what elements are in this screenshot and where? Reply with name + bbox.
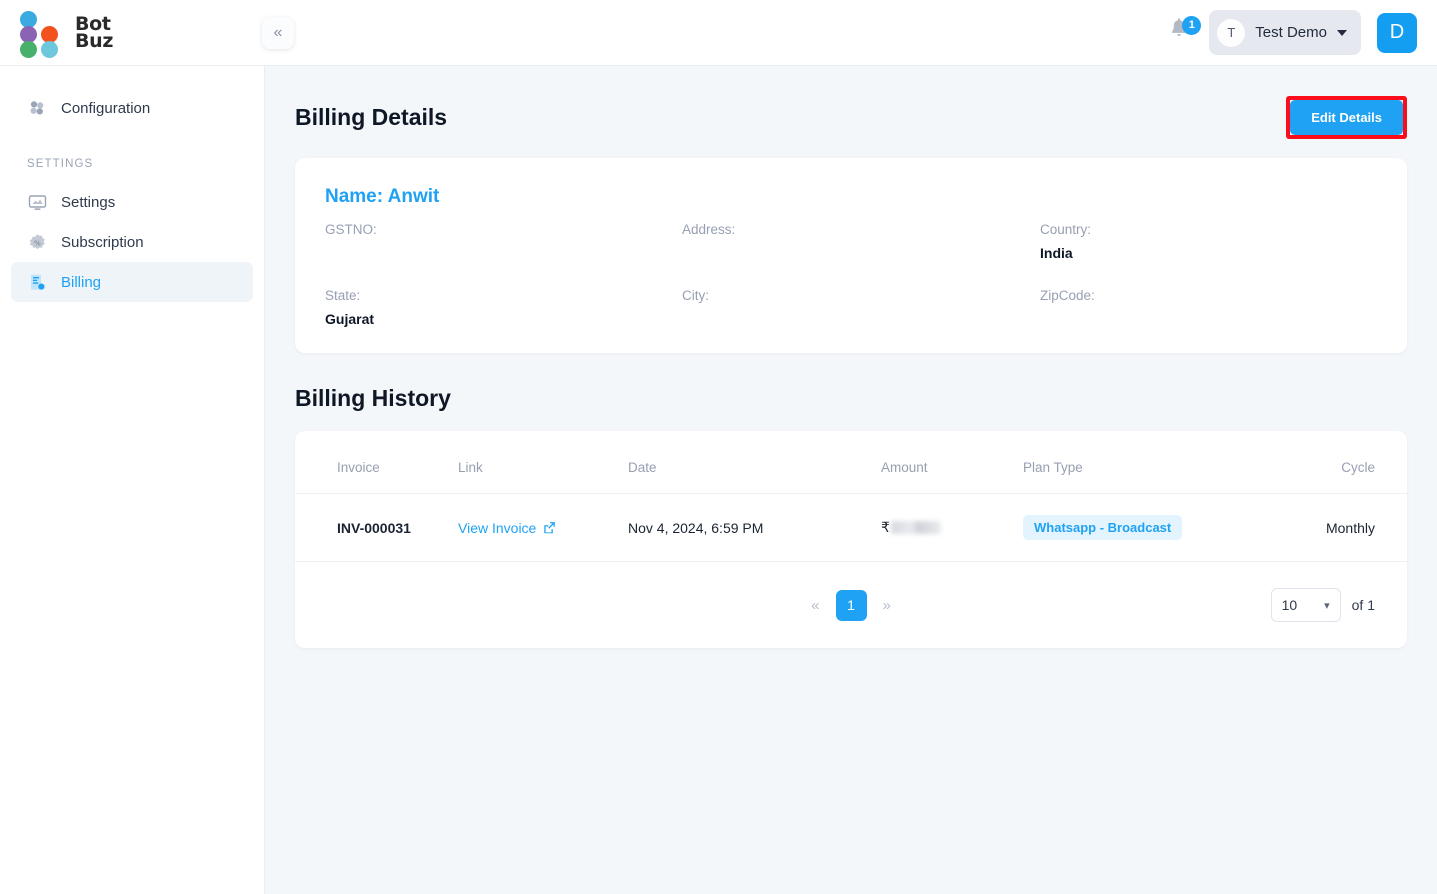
field-label: State: [325, 288, 361, 303]
prev-page-button[interactable]: « [806, 595, 824, 616]
plan-type-badge[interactable]: Whatsapp - Broadcast [1023, 515, 1183, 540]
table-header: Invoice Link Date Amount Plan Type Cycle [295, 431, 1407, 494]
billing-name: Name: Anwit [325, 186, 440, 207]
invoice-icon [27, 272, 47, 292]
top-bar: Bot Buz « 1 T Test Demo D [0, 0, 1437, 66]
chevron-down-icon: ▾ [1324, 599, 1330, 612]
sidebar-item-settings[interactable]: Settings [11, 182, 253, 222]
field-city: City: [682, 288, 1040, 328]
user-avatar[interactable]: D [1377, 12, 1417, 53]
view-invoice-label: View Invoice [458, 519, 537, 536]
field-label: City: [682, 288, 709, 303]
sidebar-item-label: Billing [61, 273, 102, 291]
main-content: Billing Details Edit Details Name: Anwit… [265, 66, 1437, 894]
column-header-amount: Amount [881, 431, 1023, 494]
logo-text-line2: Buz [75, 29, 114, 52]
sidebar-item-subscription[interactable]: % Subscription [11, 222, 253, 262]
table-body: INV-000031 View Invoice Nov 4, 2024, 6:5… [295, 493, 1407, 562]
field-label: Country: [1040, 222, 1092, 237]
billing-history-table: Invoice Link Date Amount Plan Type Cycle… [295, 431, 1407, 562]
account-switcher-dropdown[interactable]: T Test Demo [1209, 10, 1361, 55]
external-link-icon [544, 522, 556, 534]
page-size-value: 10 [1281, 597, 1298, 613]
edit-details-button[interactable]: Edit Details [1290, 100, 1403, 135]
field-state: State: Gujarat [325, 288, 682, 328]
cell-plan-type: Whatsapp - Broadcast [1023, 493, 1221, 562]
field-zipcode: ZipCode: [1040, 288, 1377, 328]
pagination: « 1 » 10 ▾ of 1 [295, 562, 1407, 648]
next-page-button[interactable]: » [878, 595, 896, 616]
field-value [1040, 311, 1377, 328]
top-bar-actions: 1 T Test Demo D [1167, 10, 1437, 55]
svg-text:%: % [34, 239, 41, 247]
field-label: Address: [682, 222, 736, 237]
cell-date: Nov 4, 2024, 6:59 PM [628, 493, 881, 562]
cell-link: View Invoice [458, 493, 628, 562]
cell-cycle: Monthly [1221, 493, 1407, 562]
field-value [325, 245, 682, 262]
cell-amount: ₹ [881, 493, 1023, 562]
column-header-invoice: Invoice [295, 431, 458, 494]
account-name: Test Demo [1255, 24, 1327, 41]
page-header: Billing Details Edit Details [295, 96, 1407, 139]
rupee-symbol: ₹ [881, 519, 890, 535]
table-row: INV-000031 View Invoice Nov 4, 2024, 6:5… [295, 493, 1407, 562]
chevron-double-left-icon: « [273, 23, 283, 41]
field-value: India [1040, 245, 1073, 261]
puzzle-icon [27, 98, 47, 118]
pagination-pages: « 1 » [806, 589, 896, 621]
sidebar-item-configuration[interactable]: Configuration [11, 88, 253, 128]
billing-history-title: Billing History [295, 385, 451, 411]
billing-details-card: Name: Anwit GSTNO: Address: Country: Ind… [295, 158, 1407, 353]
page-size-select[interactable]: 10 ▾ [1270, 588, 1341, 622]
edit-details-highlight: Edit Details [1286, 96, 1407, 139]
percent-badge-icon: % [27, 232, 47, 252]
table-header-row: Invoice Link Date Amount Plan Type Cycle [295, 431, 1407, 494]
field-value [682, 245, 1040, 262]
page-number-1[interactable]: 1 [835, 589, 867, 621]
page-title: Billing Details [295, 104, 448, 130]
field-value [682, 311, 1040, 328]
field-country: Country: India [1040, 222, 1377, 262]
logo-dots-icon [20, 10, 68, 58]
account-avatar: T [1217, 18, 1246, 47]
field-label: GSTNO: [325, 222, 377, 237]
column-header-date: Date [628, 431, 881, 494]
logo-wordmark: Bot Buz [75, 14, 114, 52]
sidebar-collapse-button[interactable]: « [262, 16, 294, 49]
field-address: Address: [682, 222, 1040, 262]
amount-value: ₹ [881, 519, 941, 536]
view-invoice-link[interactable]: View Invoice [458, 520, 556, 536]
chevron-down-icon [1337, 29, 1347, 36]
column-header-link: Link [458, 431, 628, 494]
sidebar-item-billing[interactable]: Billing [11, 262, 253, 302]
monitor-icon [27, 192, 47, 212]
field-gstno: GSTNO: [325, 222, 682, 262]
billing-history-card: Invoice Link Date Amount Plan Type Cycle… [295, 431, 1407, 648]
sidebar-section-settings: SETTINGS [27, 158, 94, 170]
column-header-plan-type: Plan Type [1023, 431, 1221, 494]
billing-fields-grid: GSTNO: Address: Country: India State: Gu… [325, 222, 1377, 328]
notification-count-badge: 1 [1182, 15, 1202, 35]
sidebar-item-label: Settings [61, 193, 116, 211]
field-value: Gujarat [325, 311, 375, 327]
total-pages-label: of 1 [1351, 597, 1375, 613]
cell-invoice: INV-000031 [295, 493, 458, 562]
pagination-size-controls: 10 ▾ of 1 [1270, 588, 1375, 622]
sidebar-item-label: Configuration [61, 99, 151, 117]
notifications-button[interactable]: 1 [1167, 15, 1202, 50]
sidebar: Configuration SETTINGS Settings % Subscr… [0, 66, 265, 894]
redacted-amount [890, 521, 941, 534]
sidebar-item-label: Subscription [61, 233, 144, 251]
column-header-cycle: Cycle [1221, 431, 1407, 494]
app-logo[interactable]: Bot Buz [0, 0, 265, 66]
field-label: ZipCode: [1040, 288, 1095, 303]
